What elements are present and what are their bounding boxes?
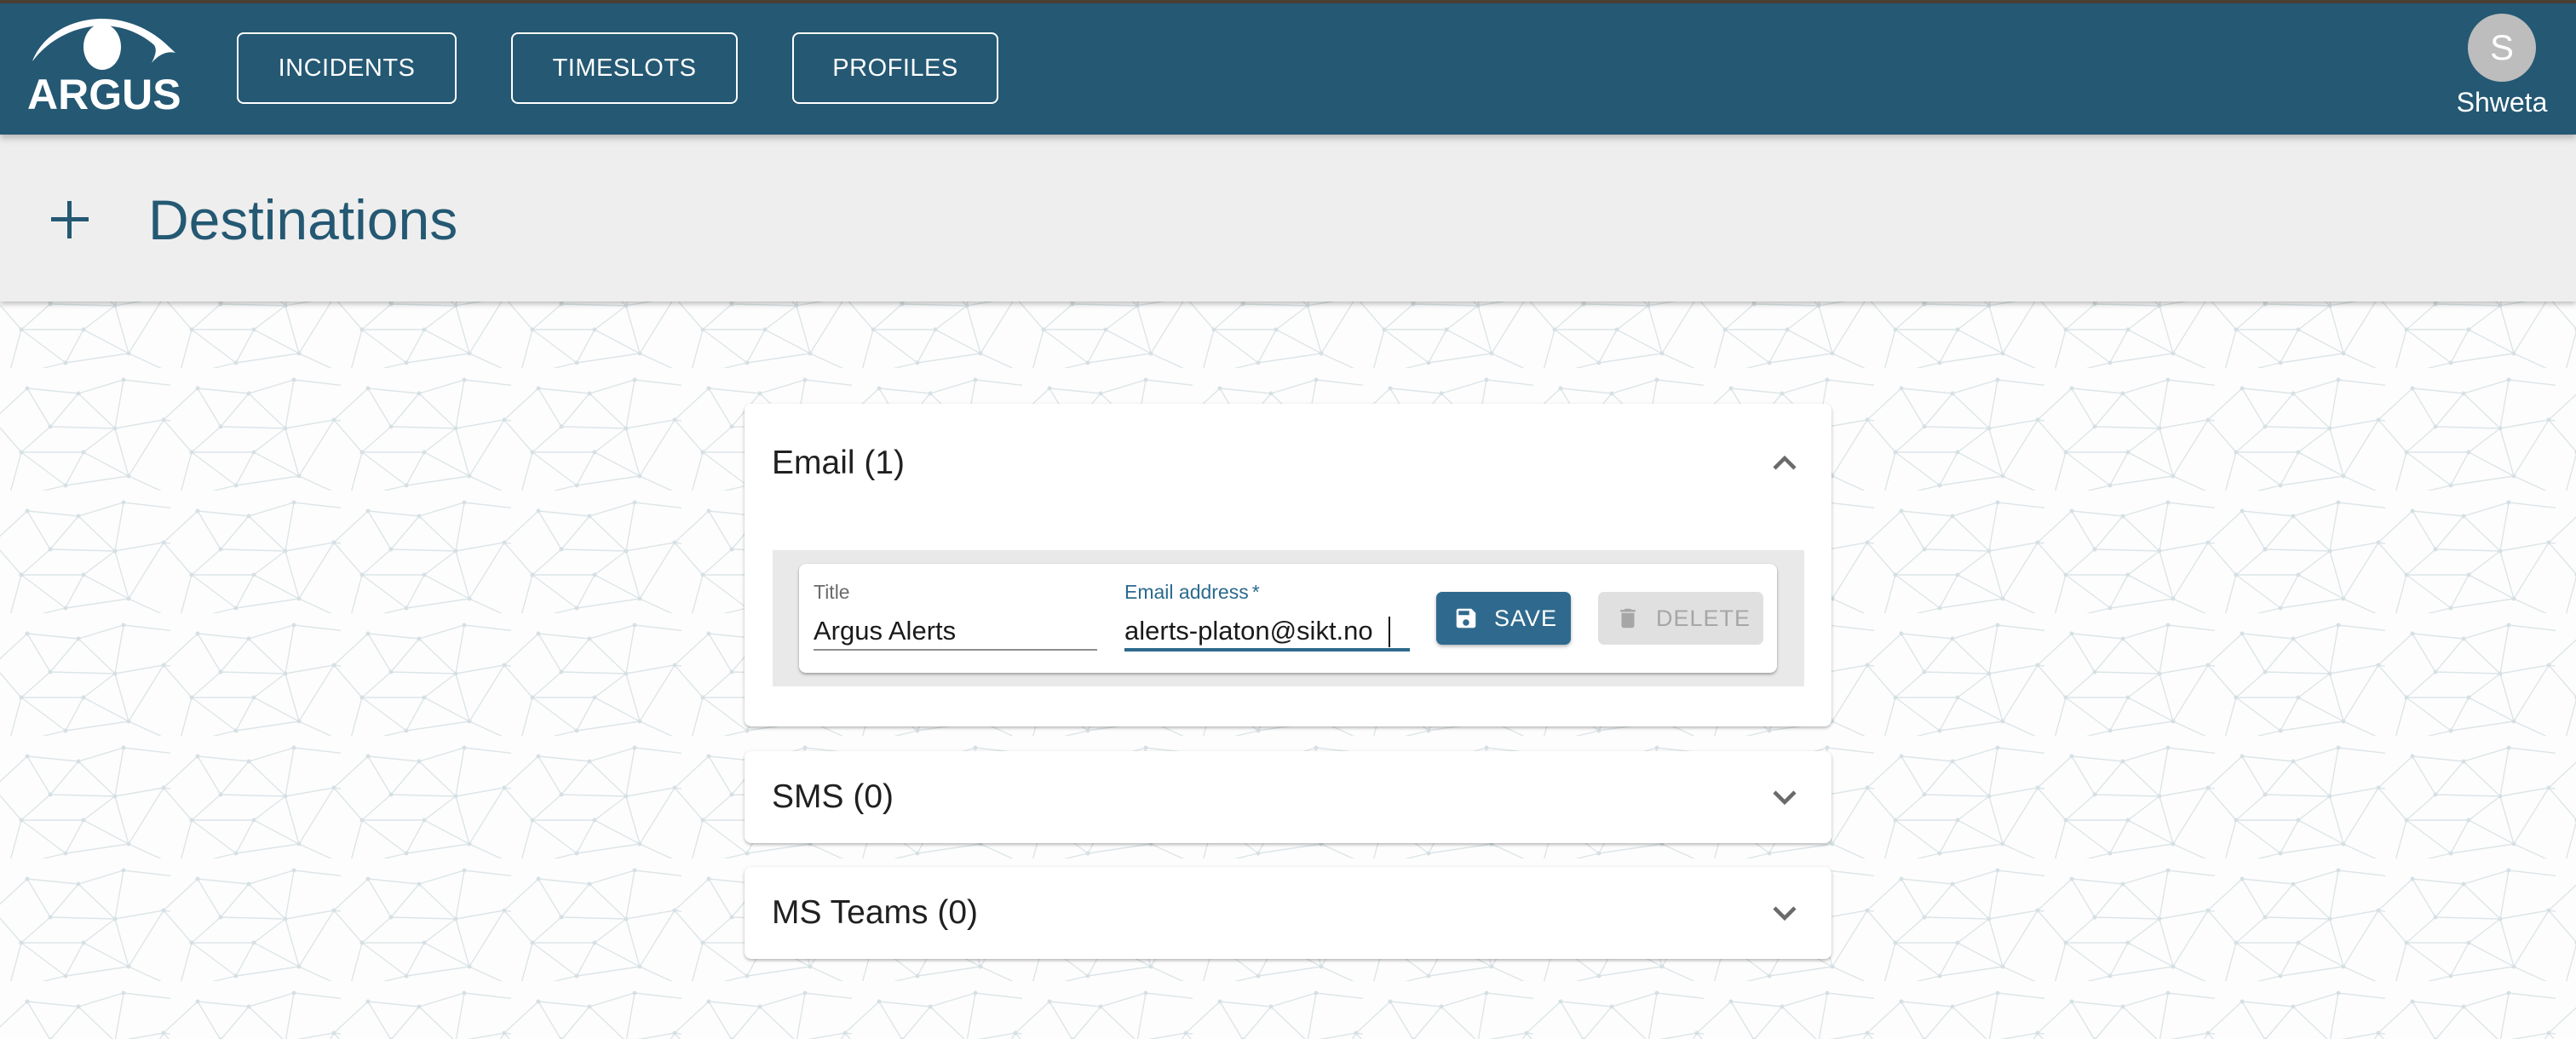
save-button[interactable]: SAVE [1436, 592, 1571, 645]
user-menu[interactable]: S Shweta [2445, 12, 2559, 123]
nav-incidents-button[interactable]: INCIDENTS [237, 32, 457, 104]
text-cursor [1389, 617, 1390, 647]
chevron-up-icon[interactable] [1770, 450, 1799, 474]
chevron-down-icon[interactable] [1770, 785, 1799, 809]
page-title: Destinations [148, 188, 458, 251]
title-input[interactable] [814, 611, 1097, 651]
title-field: Title [814, 576, 1097, 661]
ms-teams-section-header[interactable]: MS Teams (0) [745, 867, 1831, 959]
plus-icon [51, 201, 89, 238]
email-destinations-panel: Title Email address* SAVE [773, 550, 1804, 686]
email-address-input[interactable] [1124, 611, 1410, 651]
email-field-label: Email address * [1124, 581, 1260, 604]
add-destination-button[interactable] [34, 186, 106, 254]
sms-section: SMS (0) [745, 751, 1831, 843]
app-header: ARGUS INCIDENTS TIMESLOTS PROFILES S Shw… [0, 0, 2576, 135]
nav-profiles-button[interactable]: PROFILES [792, 32, 998, 104]
email-destination-item: Title Email address* SAVE [799, 564, 1777, 673]
argus-logo[interactable]: ARGUS [24, 9, 182, 116]
window-top-edge [0, 0, 2576, 3]
page-title-bar: Destinations [0, 135, 2576, 301]
sms-section-title: SMS (0) [772, 778, 894, 815]
eye-logo-icon [32, 19, 175, 70]
email-section: Email (1) Title Email address* [745, 404, 1831, 726]
save-button-label: SAVE [1494, 605, 1558, 631]
logo-text: ARGUS [27, 71, 181, 118]
email-section-header[interactable]: Email (1) [745, 404, 1831, 496]
title-field-underline [814, 649, 1097, 651]
ms-teams-section-title: MS Teams (0) [772, 894, 978, 931]
delete-button-label: DELETE [1656, 605, 1751, 631]
chevron-down-icon[interactable] [1770, 901, 1799, 925]
title-field-label: Title [814, 581, 850, 603]
required-marker: * [1251, 581, 1260, 603]
email-field-underline-focused [1124, 648, 1410, 652]
sms-section-header[interactable]: SMS (0) [745, 751, 1831, 843]
ms-teams-section: MS Teams (0) [745, 867, 1831, 959]
email-section-title: Email (1) [772, 445, 906, 481]
floppy-disk-icon [1456, 608, 1476, 629]
email-field-label-text: Email address [1124, 581, 1249, 603]
delete-button[interactable]: DELETE [1598, 592, 1763, 645]
avatar[interactable]: S [2468, 14, 2536, 82]
email-address-field: Email address * [1124, 576, 1410, 661]
user-name: Shweta [2456, 87, 2548, 118]
trash-icon [1620, 608, 1636, 629]
nav-timeslots-button[interactable]: TIMESLOTS [511, 32, 738, 104]
